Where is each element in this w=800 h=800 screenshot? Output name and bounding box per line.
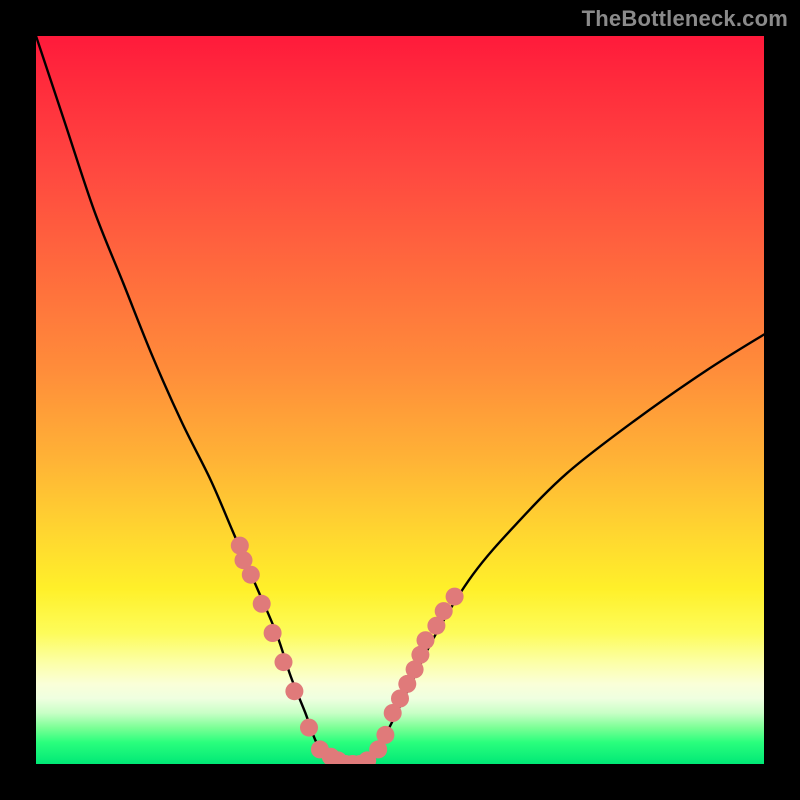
marker-point xyxy=(376,726,394,744)
marker-point xyxy=(446,588,464,606)
marker-point xyxy=(253,595,271,613)
marker-point xyxy=(285,682,303,700)
bottleneck-curve xyxy=(36,36,764,764)
marker-point xyxy=(264,624,282,642)
curve-layer xyxy=(36,36,764,764)
highlight-markers xyxy=(231,537,464,764)
marker-point xyxy=(242,566,260,584)
chart-frame: TheBottleneck.com xyxy=(0,0,800,800)
marker-point xyxy=(417,631,435,649)
marker-point xyxy=(275,653,293,671)
watermark-text: TheBottleneck.com xyxy=(582,6,788,32)
plot-area xyxy=(36,36,764,764)
marker-point xyxy=(300,719,318,737)
marker-point xyxy=(435,602,453,620)
